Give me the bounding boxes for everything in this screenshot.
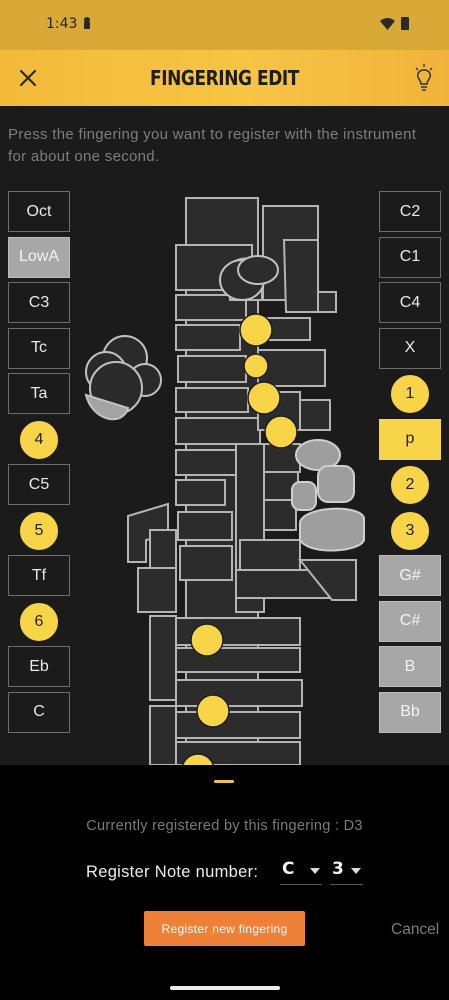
- right-key-x[interactable]: X: [379, 327, 441, 369]
- status-bar: 1:43: [0, 0, 449, 50]
- current-registered-text: Currently registered by this fingering :…: [86, 818, 363, 834]
- left-key-5[interactable]: 5: [19, 510, 59, 551]
- left-key-eb[interactable]: Eb: [8, 646, 70, 687]
- right-key-2[interactable]: 2: [390, 465, 430, 505]
- wifi-icon: [380, 18, 395, 30]
- left-key-c[interactable]: C: [8, 691, 70, 733]
- instrument-diagram: [84, 197, 365, 765]
- bottom-panel: Currently registered by this fingering :…: [0, 765, 449, 1000]
- left-key-4[interactable]: 4: [19, 419, 59, 460]
- right-key-c-sharp[interactable]: C#: [379, 600, 441, 642]
- note-select[interactable]: C: [280, 859, 322, 885]
- battery-icon: [401, 17, 409, 30]
- cancel-button[interactable]: Cancel: [391, 921, 439, 939]
- left-key-6[interactable]: 6: [19, 601, 59, 642]
- register-button[interactable]: Register new fingering: [144, 911, 305, 946]
- right-key-c1[interactable]: C1: [379, 236, 441, 278]
- octave-select[interactable]: 3: [330, 859, 363, 885]
- right-key-p[interactable]: p: [379, 418, 441, 460]
- left-key-tf[interactable]: Tf: [8, 555, 70, 596]
- status-time: 1:43: [46, 16, 78, 32]
- left-key-lowa[interactable]: LowA: [8, 236, 70, 278]
- right-key-c4[interactable]: C4: [379, 282, 441, 323]
- left-key-oct[interactable]: Oct: [8, 191, 70, 232]
- instruction-text: Press the fingering you want to register…: [8, 126, 417, 165]
- chevron-down-icon: [351, 868, 361, 874]
- left-key-ta[interactable]: Ta: [8, 373, 70, 414]
- left-key-tc[interactable]: Tc: [8, 327, 70, 369]
- left-key-c3[interactable]: C3: [8, 282, 70, 323]
- right-key-3[interactable]: 3: [390, 510, 430, 551]
- page-title: FINGERING EDIT: [150, 66, 299, 90]
- lightbulb-icon[interactable]: [414, 64, 434, 92]
- chevron-down-icon: [310, 868, 320, 874]
- right-key-1[interactable]: 1: [390, 374, 430, 414]
- drag-handle[interactable]: [214, 780, 234, 783]
- app-header: FINGERING EDIT: [0, 50, 449, 106]
- note-select-value: C: [282, 859, 295, 879]
- gesture-nav-bar: [170, 986, 280, 990]
- left-key-c5[interactable]: C5: [8, 464, 70, 505]
- right-key-b[interactable]: B: [379, 646, 441, 687]
- lock-icon: [84, 17, 90, 29]
- octave-select-value: 3: [332, 859, 344, 879]
- right-key-g-sharp[interactable]: G#: [379, 555, 441, 596]
- right-key-c2[interactable]: C2: [379, 191, 441, 232]
- register-note-label: Register Note number:: [86, 863, 259, 881]
- right-key-bb[interactable]: Bb: [379, 691, 441, 733]
